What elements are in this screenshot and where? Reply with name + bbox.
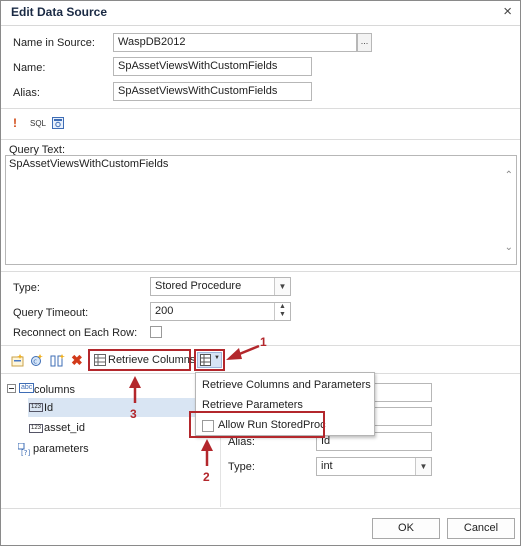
edit-data-source-dialog: Edit Data Source × Name in Source: WaspD… (0, 0, 521, 546)
cancel-button[interactable]: Cancel (447, 518, 515, 539)
callout-number-1: 1 (260, 335, 267, 349)
callout-number-3: 3 (130, 407, 137, 421)
ok-button[interactable]: OK (372, 518, 440, 539)
divider (1, 508, 520, 509)
callout-arrows (129, 344, 260, 466)
callout-number-2: 2 (203, 470, 210, 484)
